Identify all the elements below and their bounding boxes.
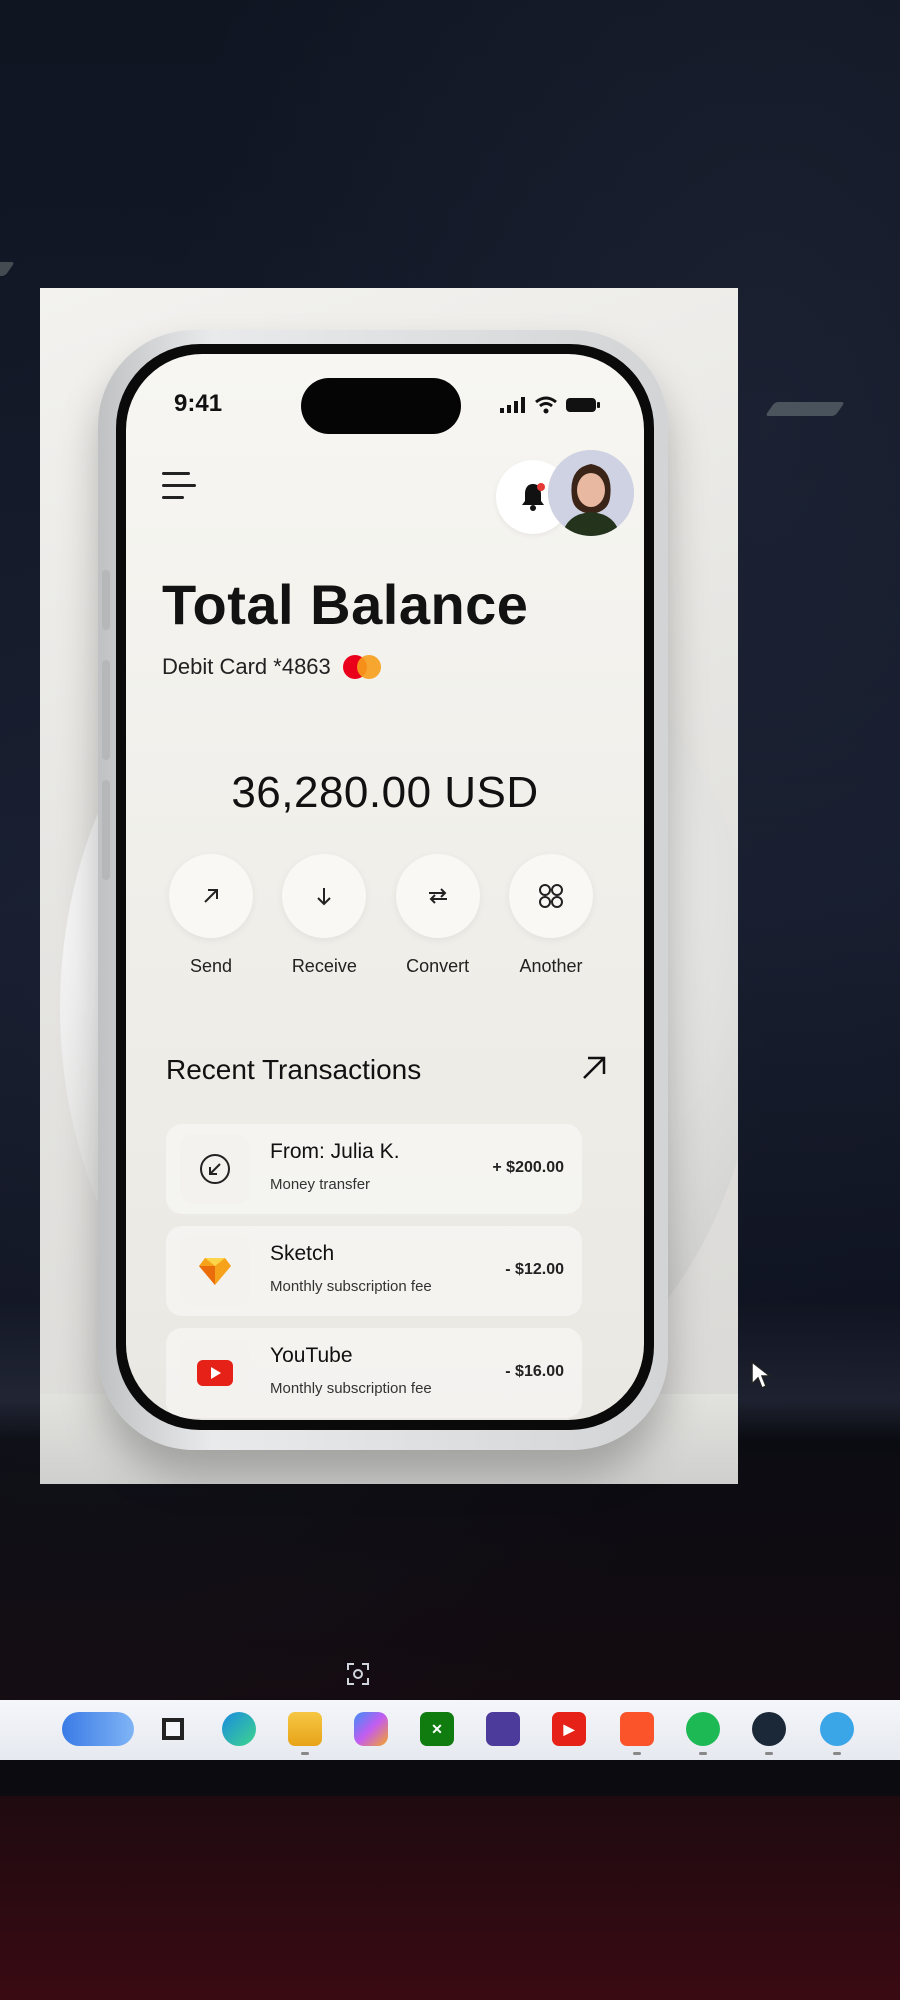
convert-label: Convert	[406, 956, 470, 976]
ceiling-light-reflection	[765, 402, 845, 416]
spotify-icon[interactable]	[686, 1712, 720, 1746]
status-time: 9:41	[174, 390, 223, 417]
balance-amount: 36,280.00 USD	[231, 768, 539, 817]
tx-amount: - $16.00	[505, 1363, 564, 1380]
incoming-arrow-icon	[200, 1154, 230, 1184]
file-explorer-icon[interactable]	[288, 1712, 322, 1746]
tx-subtitle: Money transfer	[270, 1176, 371, 1193]
tx-title: YouTube	[270, 1344, 353, 1367]
another-circle[interactable]	[508, 854, 593, 938]
tx-amount: + $200.00	[492, 1159, 564, 1176]
tx-subtitle: Monthly subscription fee	[270, 1380, 432, 1397]
send-circle[interactable]	[169, 854, 253, 938]
task-view-icon[interactable]	[156, 1712, 190, 1746]
app-screen: 9:41 Total Balance Debit Card *4863 36,2…	[126, 354, 644, 1420]
tx-title: From: Julia K.	[270, 1140, 400, 1163]
quick-actions: Send Receive Convert Another	[166, 854, 596, 977]
tx-amount: - $12.00	[505, 1261, 564, 1278]
receive-label: Receive	[291, 956, 357, 976]
tx-icon-box	[180, 1134, 250, 1204]
running-indicator	[699, 1752, 707, 1755]
card-info: Debit Card *4863	[162, 654, 383, 680]
phone-mockup: 9:41 Total Balance Debit Card *4863 36,2…	[98, 330, 668, 1450]
phone-bezel: 9:41 Total Balance Debit Card *4863 36,2…	[116, 344, 654, 1430]
bell-icon	[522, 483, 545, 511]
tx-subtitle: Monthly subscription fee	[270, 1278, 432, 1295]
monitor-bezel	[0, 1760, 900, 1796]
send-label: Send	[189, 956, 233, 976]
arrow-up-right-icon	[204, 889, 218, 903]
running-indicator	[301, 1752, 309, 1755]
dynamic-island	[301, 378, 461, 434]
proton-vpn-icon[interactable]	[486, 1712, 520, 1746]
steam-icon[interactable]	[752, 1712, 786, 1746]
battery-icon	[566, 398, 600, 412]
list-item[interactable]: YouTube Monthly subscription fee - $16.0…	[166, 1328, 582, 1418]
xbox-icon[interactable]: ✕	[420, 1712, 454, 1746]
phone-side-button	[102, 780, 110, 880]
youtube-logo	[197, 1360, 233, 1386]
running-indicator	[633, 1752, 641, 1755]
grid-icon	[538, 884, 563, 908]
mastercard-logo	[342, 655, 383, 679]
transactions-list: From: Julia K. Money transfer + $200.00 …	[166, 1124, 582, 1420]
convert-circle[interactable]	[395, 854, 480, 938]
running-indicator	[765, 1752, 773, 1755]
page-title: Total Balance	[162, 573, 529, 636]
arrow-down-icon	[317, 888, 332, 906]
youtube-icon[interactable]: ▶	[552, 1712, 586, 1746]
profile-avatar	[548, 450, 634, 536]
tx-title: Sketch	[270, 1242, 335, 1265]
status-icons	[500, 396, 600, 414]
card-label: Debit Card *4863	[162, 654, 331, 679]
copilot-icon[interactable]	[354, 1712, 388, 1746]
list-item[interactable]: Sketch Monthly subscription fee - $12.00	[166, 1226, 582, 1316]
send-button[interactable]: Send	[166, 854, 256, 977]
convert-button[interactable]: Convert	[393, 854, 483, 977]
receive-button[interactable]: Receive	[279, 854, 369, 977]
another-button[interactable]: Another	[506, 854, 596, 977]
phone-side-button	[102, 570, 110, 630]
brave-icon[interactable]	[620, 1712, 654, 1746]
phone-side-button	[102, 660, 110, 760]
recent-transactions-title: Recent Transactions	[166, 1054, 422, 1085]
app-icon[interactable]	[820, 1712, 854, 1746]
tx-icon-box	[180, 1338, 250, 1408]
list-item[interactable]: From: Julia K. Money transfer + $200.00	[166, 1124, 582, 1214]
search-pill-icon[interactable]	[62, 1712, 134, 1746]
swap-arrows-icon	[428, 888, 447, 904]
tx-icon-box	[180, 1236, 250, 1306]
edge-icon[interactable]	[222, 1712, 256, 1746]
receive-circle[interactable]	[282, 854, 367, 938]
sketch-logo	[199, 1258, 231, 1285]
arrow-up-right-icon[interactable]	[576, 1050, 612, 1086]
signal-icon	[500, 397, 525, 413]
mouse-cursor-icon	[751, 1360, 772, 1390]
wifi-icon	[535, 396, 557, 414]
taskbar: ✕ ▶	[0, 1700, 900, 1760]
running-indicator	[833, 1752, 841, 1755]
screenshot-icon[interactable]	[346, 1662, 370, 1686]
another-label: Another	[519, 956, 583, 976]
hamburger-icon[interactable]	[162, 472, 198, 504]
avatar[interactable]	[548, 450, 634, 536]
